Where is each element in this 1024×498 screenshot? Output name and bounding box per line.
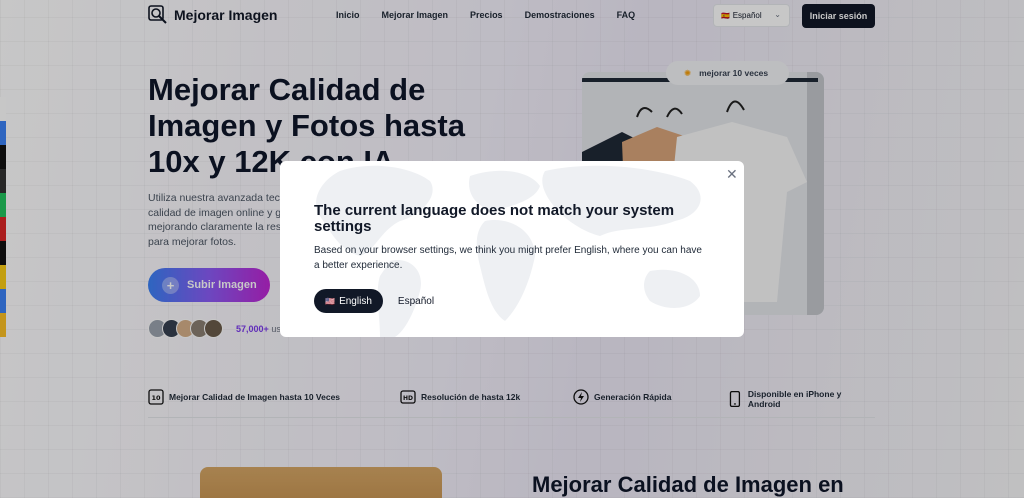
english-label: English: [339, 295, 372, 307]
dialog-description: Based on your browser settings, we think…: [314, 245, 702, 271]
dialog-title: The current language does not match your…: [314, 202, 675, 235]
language-mismatch-dialog: ✕ The current language does not match yo…: [280, 161, 744, 337]
espanol-button[interactable]: Español: [392, 289, 440, 313]
close-icon[interactable]: ✕: [726, 167, 738, 181]
us-flag-icon: 🇺🇸: [325, 296, 336, 306]
english-button[interactable]: 🇺🇸 English: [314, 289, 383, 313]
